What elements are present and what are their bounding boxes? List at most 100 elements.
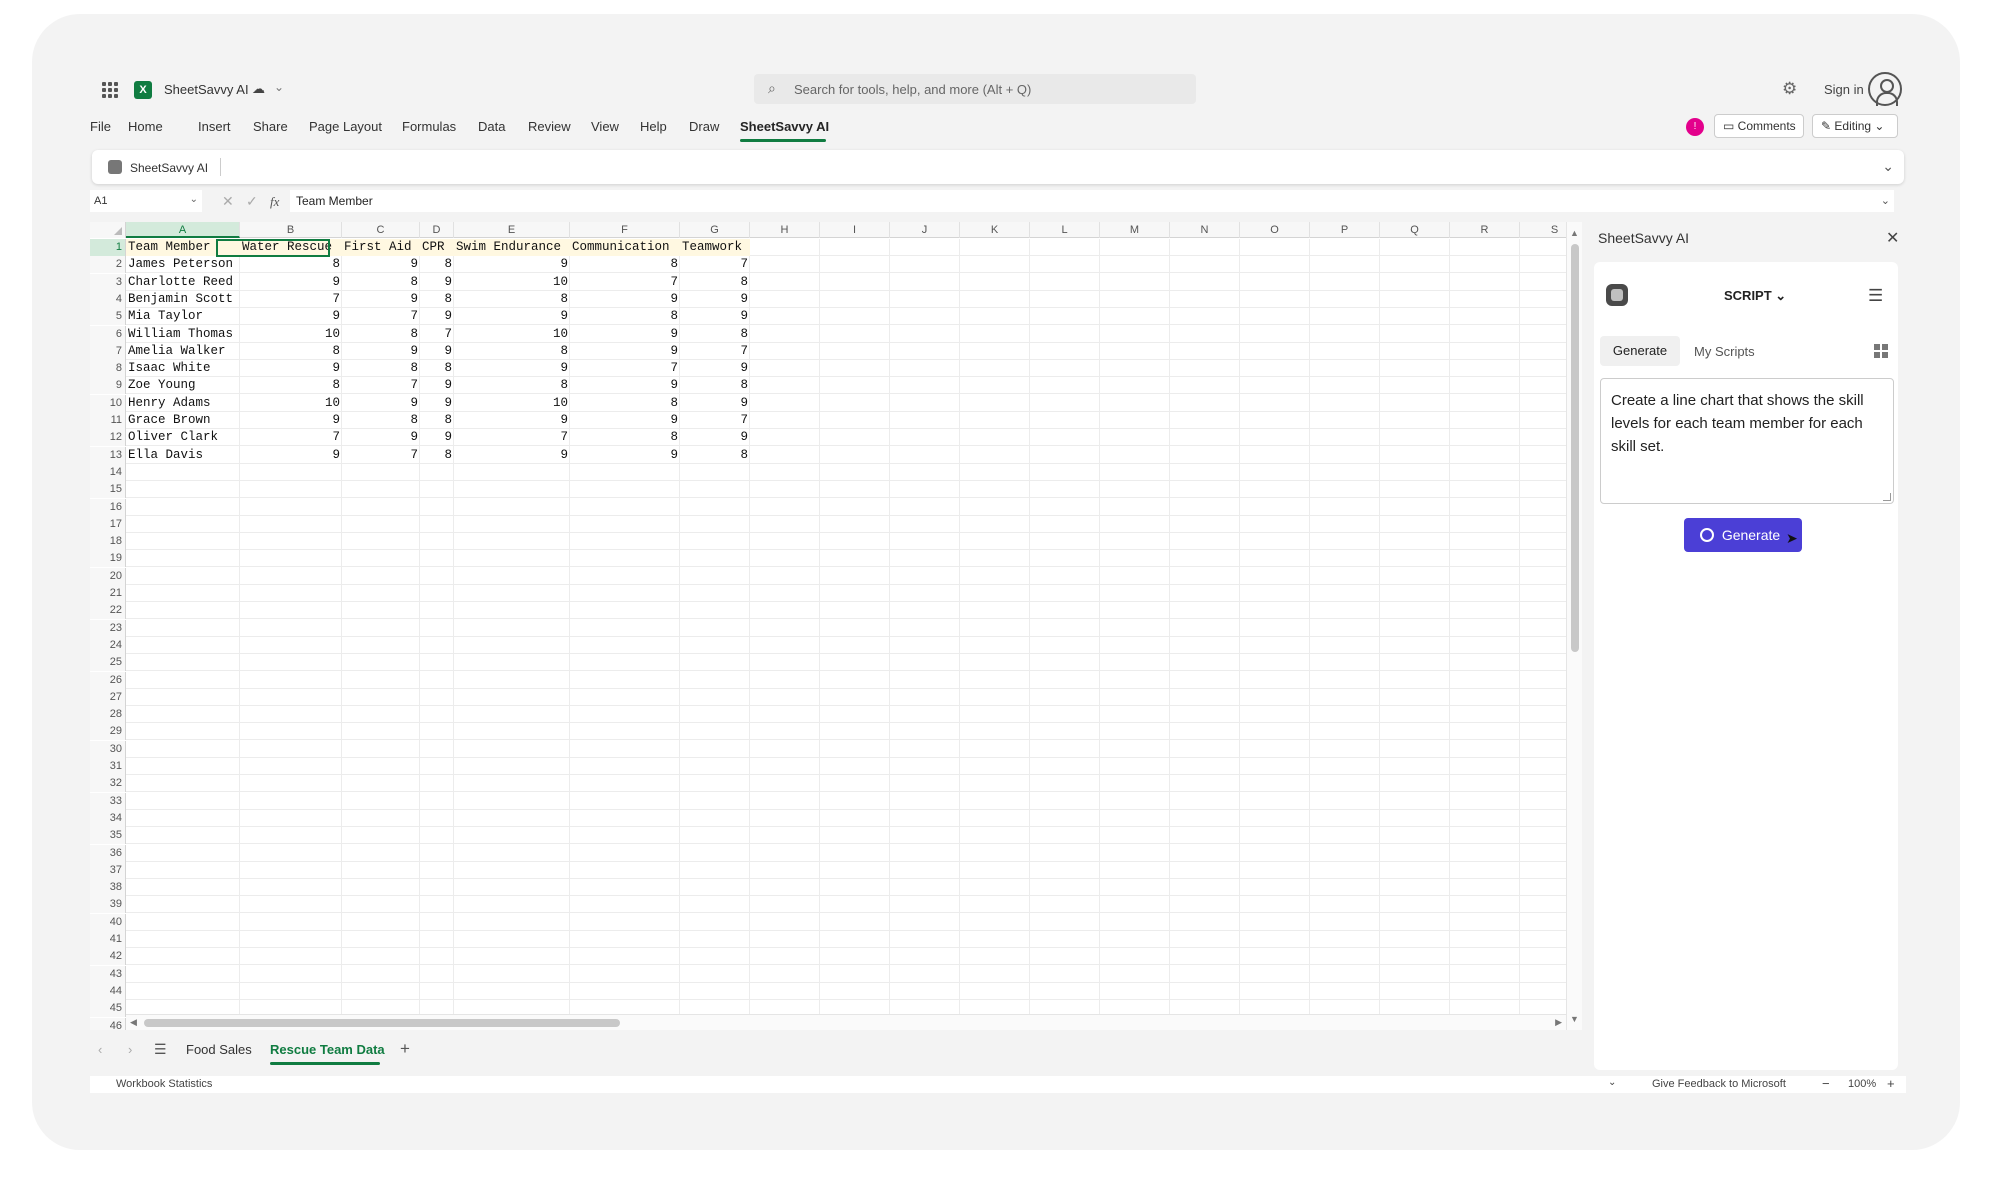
- data-cell[interactable]: 9: [570, 326, 680, 343]
- column-header-b[interactable]: B: [240, 222, 342, 238]
- header-cell[interactable]: CPR: [420, 239, 454, 256]
- row-header[interactable]: 45: [90, 1000, 126, 1018]
- header-cell[interactable]: Swim Endurance: [454, 239, 570, 256]
- cancel-icon[interactable]: ✕: [222, 193, 234, 210]
- horizontal-scrollbar[interactable]: ◀ ▶: [126, 1014, 1566, 1030]
- data-cell[interactable]: 8: [570, 256, 680, 273]
- zoom-level[interactable]: 100%: [1848, 1078, 1876, 1090]
- menu-insert[interactable]: Insert: [198, 119, 231, 134]
- data-cell[interactable]: Zoe Young: [126, 377, 240, 394]
- data-cell[interactable]: 9: [570, 291, 680, 308]
- row-header[interactable]: 13: [90, 446, 126, 464]
- row-header[interactable]: 31: [90, 758, 126, 775]
- chevron-right-icon[interactable]: ›: [128, 1042, 132, 1057]
- row-header[interactable]: 35: [90, 827, 126, 845]
- data-cell[interactable]: 9: [342, 395, 420, 412]
- sheet-tab-rescue-team-data[interactable]: Rescue Team Data: [270, 1042, 385, 1057]
- column-header-a[interactable]: A: [126, 222, 240, 238]
- row-header[interactable]: 25: [90, 654, 126, 672]
- row-header[interactable]: 22: [90, 602, 126, 620]
- column-header-n[interactable]: N: [1170, 222, 1240, 238]
- data-cell[interactable]: 10: [454, 274, 570, 291]
- feedback-link[interactable]: Give Feedback to Microsoft: [1652, 1078, 1786, 1090]
- workbook-name[interactable]: SheetSavvy AI: [164, 82, 249, 97]
- data-cell[interactable]: Mia Taylor: [126, 308, 240, 325]
- chevron-down-icon[interactable]: ⌄: [190, 194, 198, 205]
- data-cell[interactable]: 8: [240, 256, 342, 273]
- data-cell[interactable]: 7: [342, 377, 420, 394]
- data-cell[interactable]: 9: [342, 343, 420, 360]
- column-header-p[interactable]: P: [1310, 222, 1380, 238]
- data-cell[interactable]: 9: [420, 377, 454, 394]
- scroll-up-icon[interactable]: ▲: [1570, 228, 1579, 238]
- chevron-left-icon[interactable]: ‹: [98, 1042, 102, 1057]
- row-header[interactable]: 12: [90, 429, 126, 447]
- data-cell[interactable]: Grace Brown: [126, 412, 240, 429]
- add-sheet-icon[interactable]: +: [400, 1039, 410, 1059]
- scroll-left-icon[interactable]: ◀: [130, 1017, 137, 1028]
- avatar[interactable]: [1868, 72, 1902, 106]
- row-header[interactable]: 15: [90, 481, 126, 499]
- row-header[interactable]: 4: [90, 290, 126, 308]
- data-cell[interactable]: 9: [570, 377, 680, 394]
- data-cell[interactable]: 8: [680, 274, 750, 291]
- chevron-down-icon[interactable]: ⌄: [1881, 194, 1890, 207]
- row-header[interactable]: 10: [90, 394, 126, 412]
- data-cell[interactable]: 8: [454, 291, 570, 308]
- data-cell[interactable]: Benjamin Scott: [126, 291, 240, 308]
- data-cell[interactable]: 7: [342, 447, 420, 464]
- editing-mode-button[interactable]: ✎ Editing ⌄: [1812, 114, 1898, 138]
- chevron-down-icon[interactable]: ⌄: [274, 80, 284, 94]
- column-header-f[interactable]: F: [570, 222, 680, 238]
- column-header-d[interactable]: D: [420, 222, 454, 238]
- data-cell[interactable]: 8: [570, 429, 680, 446]
- data-cell[interactable]: 8: [680, 447, 750, 464]
- data-cell[interactable]: 8: [570, 308, 680, 325]
- data-cell[interactable]: 7: [680, 343, 750, 360]
- check-icon[interactable]: ✓: [246, 193, 258, 210]
- header-cell[interactable]: Teamwork: [680, 239, 750, 256]
- data-cell[interactable]: 9: [240, 274, 342, 291]
- gear-icon[interactable]: ⚙: [1782, 79, 1797, 99]
- notification-badge[interactable]: !: [1686, 118, 1704, 136]
- menu-help[interactable]: Help: [640, 119, 667, 134]
- data-cell[interactable]: 9: [240, 412, 342, 429]
- data-cell[interactable]: 8: [342, 274, 420, 291]
- row-header[interactable]: 19: [90, 550, 126, 568]
- data-cell[interactable]: 8: [342, 412, 420, 429]
- data-cell[interactable]: 9: [420, 308, 454, 325]
- row-header[interactable]: 43: [90, 965, 126, 983]
- menu-page-layout[interactable]: Page Layout: [309, 119, 382, 134]
- data-cell[interactable]: 9: [342, 429, 420, 446]
- menu-sheetsavvy-ai[interactable]: SheetSavvy AI: [740, 119, 829, 134]
- row-header[interactable]: 44: [90, 982, 126, 1000]
- search-box[interactable]: ⌕ Search for tools, help, and more (Alt …: [754, 74, 1196, 104]
- menu-review[interactable]: Review: [528, 119, 571, 134]
- data-cell[interactable]: 7: [680, 412, 750, 429]
- chevron-down-icon[interactable]: ⌄: [1608, 1077, 1616, 1088]
- data-cell[interactable]: 7: [570, 360, 680, 377]
- search-input[interactable]: Search for tools, help, and more (Alt + …: [794, 82, 1031, 97]
- data-cell[interactable]: 9: [342, 256, 420, 273]
- data-cell[interactable]: 9: [454, 256, 570, 273]
- tab-my-scripts[interactable]: My Scripts: [1694, 344, 1755, 359]
- row-header[interactable]: 36: [90, 844, 126, 862]
- function-icon[interactable]: fx: [270, 194, 279, 210]
- data-cell[interactable]: 9: [680, 291, 750, 308]
- row-header[interactable]: 29: [90, 723, 126, 741]
- data-cell[interactable]: 9: [420, 395, 454, 412]
- row-header[interactable]: 30: [90, 740, 126, 758]
- horizontal-scroll-thumb[interactable]: [144, 1019, 620, 1027]
- data-cell[interactable]: Amelia Walker: [126, 343, 240, 360]
- zoom-in-icon[interactable]: +: [1887, 1076, 1895, 1091]
- header-cell[interactable]: First Aid: [342, 239, 420, 256]
- workbook-statistics[interactable]: Workbook Statistics: [116, 1078, 212, 1090]
- data-cell[interactable]: 9: [680, 360, 750, 377]
- data-cell[interactable]: 8: [420, 412, 454, 429]
- prompt-textarea[interactable]: Create a line chart that shows the skill…: [1600, 378, 1894, 504]
- sheet-tab-food-sales[interactable]: Food Sales: [186, 1042, 252, 1057]
- all-sheets-menu-icon[interactable]: ☰: [154, 1041, 167, 1058]
- column-header-m[interactable]: M: [1100, 222, 1170, 238]
- column-header-e[interactable]: E: [454, 222, 570, 238]
- row-header[interactable]: 16: [90, 498, 126, 516]
